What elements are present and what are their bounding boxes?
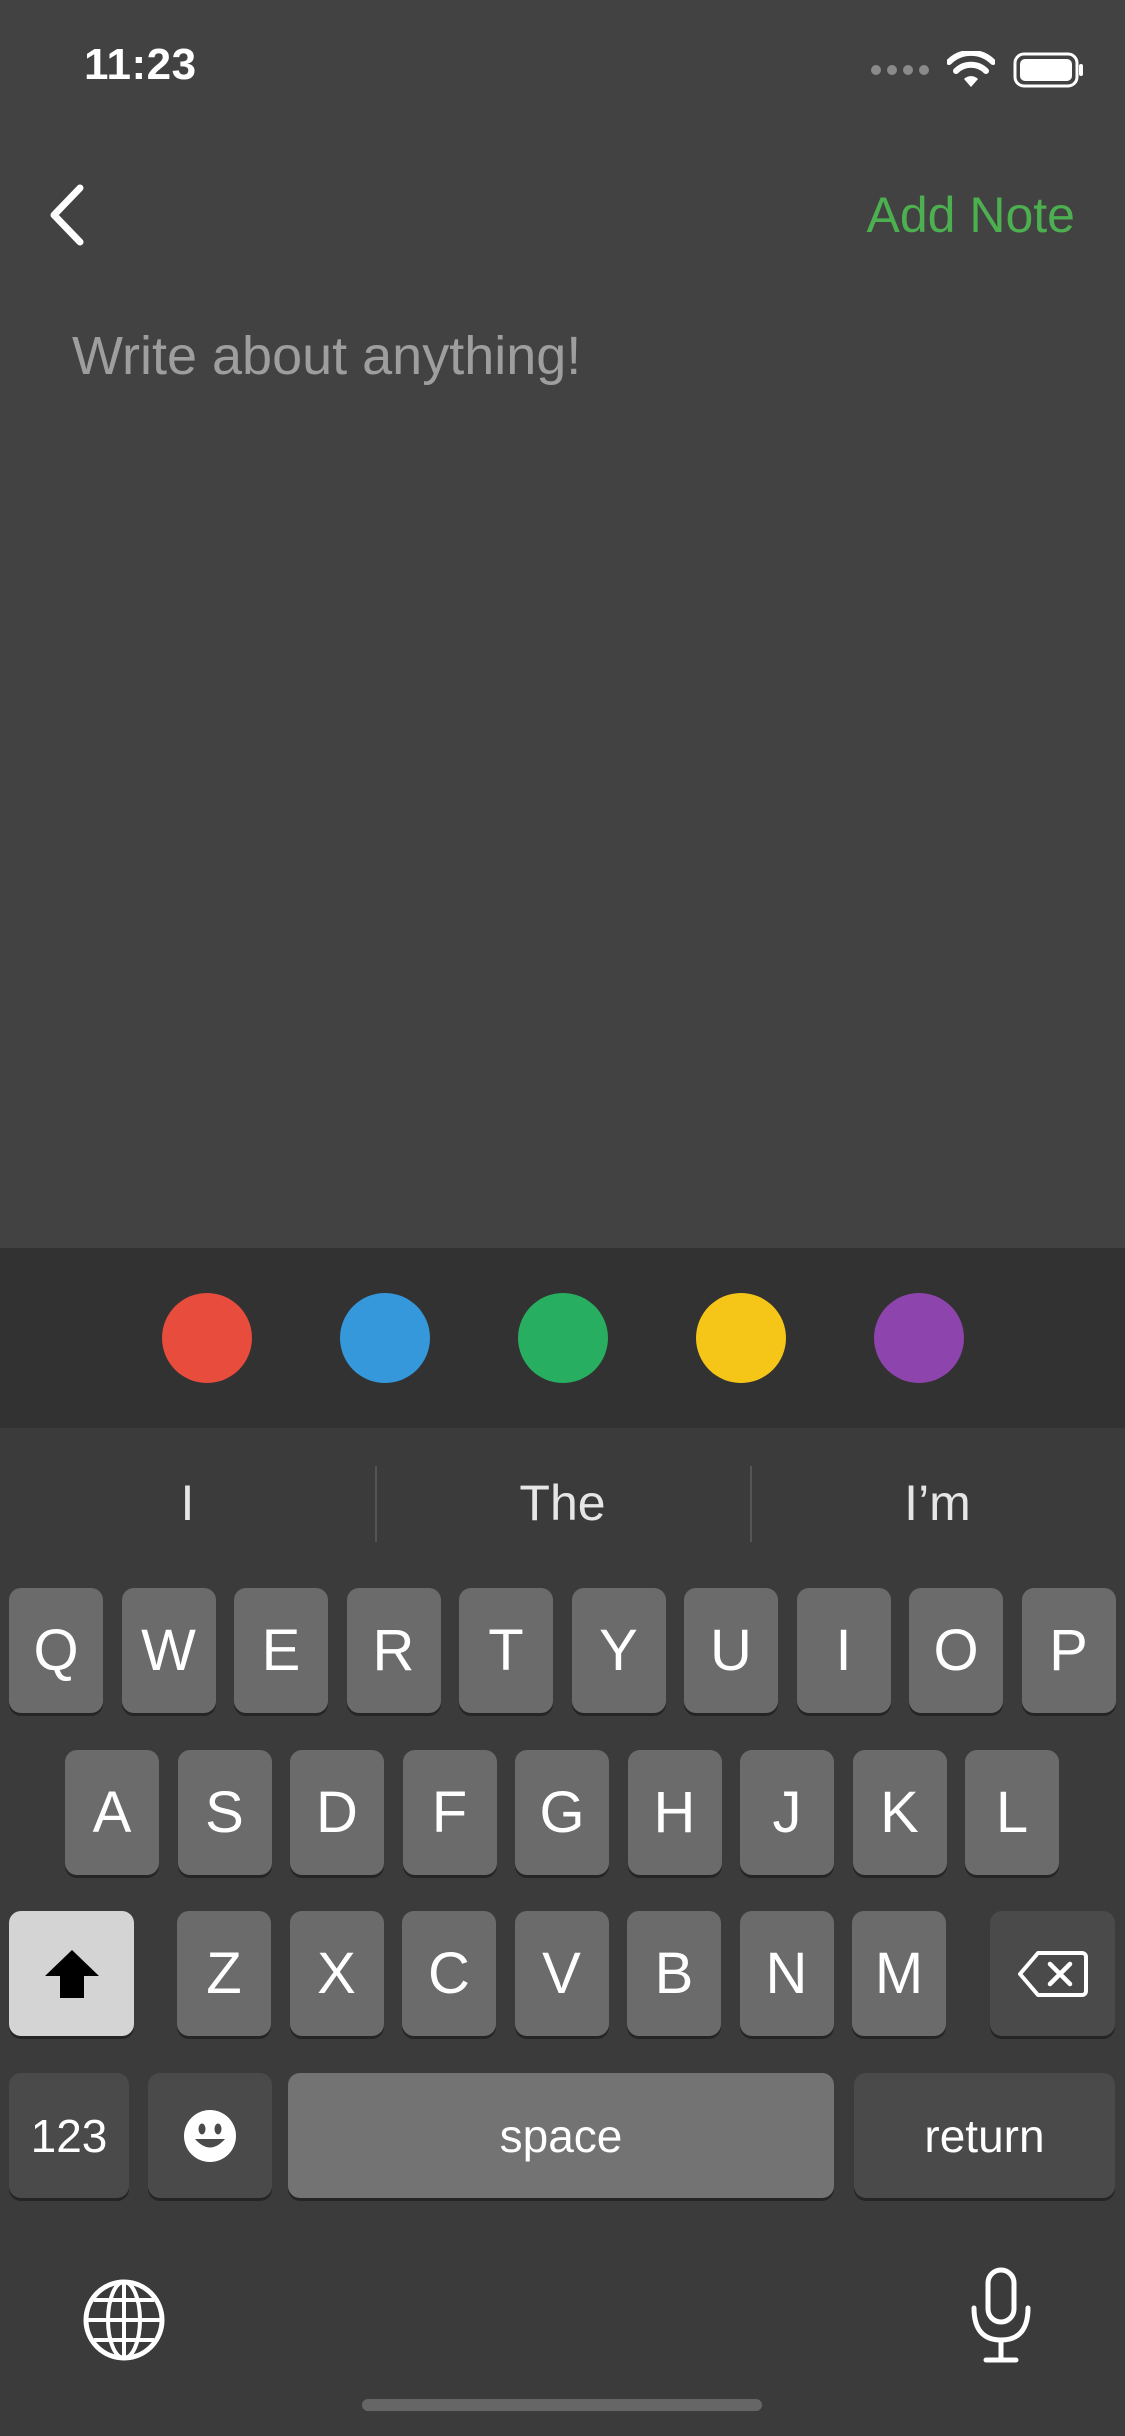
globe-button[interactable] — [80, 2276, 168, 2364]
key-letter[interactable]: T — [459, 1588, 553, 1713]
backspace-icon — [1017, 1950, 1088, 1997]
globe-icon — [83, 2279, 165, 2361]
key-letter[interactable]: V — [514, 1911, 609, 2036]
suggestion-item[interactable]: I — [0, 1428, 375, 1578]
microphone-icon — [971, 2267, 1031, 2363]
color-swatch-green[interactable] — [517, 1293, 608, 1383]
key-letter[interactable]: J — [740, 1750, 834, 1875]
key-letter[interactable]: E — [234, 1588, 328, 1713]
suggestion-item[interactable]: The — [375, 1428, 750, 1578]
key-letter[interactable]: L — [965, 1750, 1059, 1875]
space-key[interactable]: space — [288, 2073, 834, 2198]
wifi-icon — [947, 51, 995, 87]
color-swatch-yellow[interactable] — [695, 1293, 786, 1383]
key-letter[interactable]: A — [65, 1750, 159, 1875]
key-letter[interactable]: W — [121, 1588, 216, 1713]
note-text-input[interactable]: Write about anything! — [72, 325, 1052, 387]
emoji-icon — [184, 2109, 236, 2162]
key-letter[interactable]: C — [402, 1911, 496, 2036]
key-letter[interactable]: F — [402, 1750, 497, 1875]
key-letter[interactable]: D — [290, 1750, 384, 1875]
back-button[interactable] — [36, 175, 96, 255]
key-letter[interactable]: N — [739, 1911, 834, 2036]
key-letter[interactable]: I — [796, 1588, 891, 1713]
cellular-signal-icon — [871, 65, 929, 75]
return-key[interactable]: return — [854, 2073, 1115, 2198]
emoji-key[interactable] — [148, 2073, 272, 2198]
keyboard: I The I’m QWERTYUIOP ASDFGHJKL ZXCVBNM 1… — [0, 1428, 1125, 2436]
home-indicator — [362, 2399, 762, 2411]
shift-arrow-icon — [44, 1949, 99, 1998]
key-letter[interactable]: S — [177, 1750, 272, 1875]
delete-key[interactable] — [990, 1911, 1115, 2036]
key-letter[interactable]: M — [852, 1911, 946, 2036]
key-letter[interactable]: Z — [177, 1911, 271, 2036]
key-letter[interactable]: X — [289, 1911, 384, 2036]
key-letter[interactable]: H — [627, 1750, 722, 1875]
status-icons — [871, 50, 1085, 90]
color-swatch-purple[interactable] — [873, 1293, 964, 1383]
predictive-text-bar: I The I’m — [0, 1428, 1125, 1578]
key-letter[interactable]: B — [627, 1911, 721, 2036]
shift-key[interactable] — [9, 1911, 134, 2036]
key-letter[interactable]: Y — [571, 1588, 666, 1713]
add-note-button[interactable]: Add Note — [867, 186, 1075, 244]
numbers-key[interactable]: 123 — [9, 2073, 129, 2198]
color-swatch-blue[interactable] — [339, 1293, 430, 1383]
color-picker — [0, 1248, 1125, 1428]
key-letter[interactable]: K — [852, 1750, 947, 1875]
color-swatch-red[interactable] — [161, 1293, 252, 1383]
status-time: 11:23 — [84, 40, 197, 89]
battery-icon — [1013, 52, 1083, 88]
key-letter[interactable]: G — [515, 1750, 609, 1875]
key-letter[interactable]: U — [684, 1588, 778, 1713]
chevron-left-icon — [50, 184, 84, 246]
dictation-button[interactable] — [966, 2266, 1036, 2366]
key-letter[interactable]: O — [909, 1588, 1003, 1713]
key-letter[interactable]: R — [346, 1588, 441, 1713]
key-letter[interactable]: P — [1021, 1588, 1116, 1713]
key-letter[interactable]: Q — [9, 1588, 103, 1713]
suggestion-item[interactable]: I’m — [750, 1428, 1125, 1578]
